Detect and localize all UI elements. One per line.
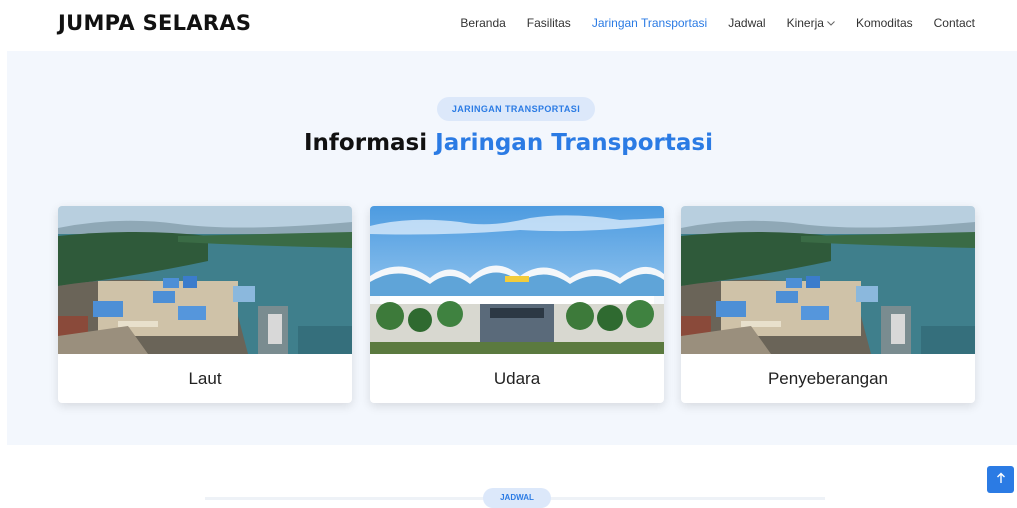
nav-item-kinerja-label: Kinerja	[786, 16, 824, 30]
chevron-down-icon	[827, 18, 835, 28]
jadwal-section-badge: JADWAL	[483, 488, 551, 508]
heading-prefix: Informasi	[303, 130, 428, 156]
harbor-image	[681, 206, 975, 354]
harbor-image	[58, 206, 352, 354]
card-label: Laut	[188, 368, 222, 388]
card-udara[interactable]: Udara	[370, 206, 664, 403]
nav-item-jadwal[interactable]: Jadwal	[728, 16, 765, 30]
card-laut[interactable]: Laut	[58, 206, 352, 403]
back-to-top-button[interactable]	[987, 466, 1014, 493]
brand-logo[interactable]: JUMPA SELARAS	[58, 11, 251, 35]
main-nav: Beranda Fasilitas Jaringan Transportasi …	[460, 16, 975, 30]
card-label: Penyeberangan	[767, 368, 889, 388]
nav-item-kinerja[interactable]: Kinerja	[787, 16, 835, 30]
arrow-up-icon	[996, 472, 1006, 488]
nav-item-jaringan-transportasi[interactable]: Jaringan Transportasi	[592, 16, 707, 30]
card-label: Udara	[493, 368, 541, 388]
nav-item-fasilitas[interactable]: Fasilitas	[527, 16, 571, 30]
nav-item-contact[interactable]: Contact	[934, 16, 975, 30]
navbar: JUMPA SELARAS Beranda Fasilitas Jaringan…	[0, 0, 1017, 50]
section-badge: JARINGAN TRANSPORTASI	[437, 97, 595, 121]
nav-item-komoditas[interactable]: Komoditas	[856, 16, 913, 30]
nav-item-beranda[interactable]: Beranda	[460, 16, 505, 30]
heading-accent: Jaringan Transportasi	[435, 130, 713, 156]
airport-image	[370, 206, 664, 354]
section-heading: Informasi Jaringan Transportasi	[0, 130, 1017, 156]
card-penyeberangan[interactable]: Penyeberangan	[681, 206, 975, 403]
